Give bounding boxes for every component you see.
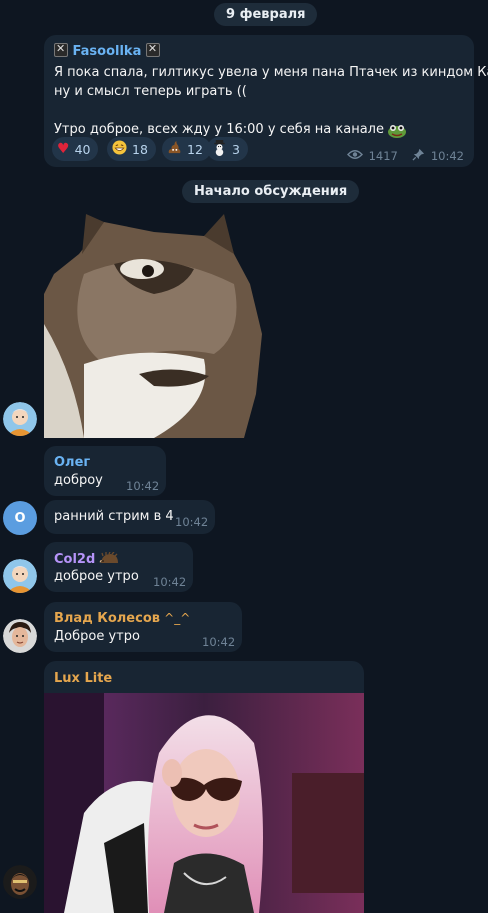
post-time: 10:42 xyxy=(430,149,464,163)
heart-icon: ♥ xyxy=(57,141,70,157)
message-photo[interactable] xyxy=(44,693,364,913)
channel-post-text: Я пока спала, гилтикус увела у меня пана… xyxy=(54,63,488,139)
user-avatar[interactable] xyxy=(3,619,37,653)
message-text: доброу xyxy=(54,473,103,488)
views-count: 1417 xyxy=(368,149,398,163)
grin-emoji-icon xyxy=(112,140,127,158)
reaction-grin[interactable]: 18 xyxy=(107,137,156,161)
message-author[interactable]: Олег xyxy=(54,455,90,470)
message-author-suffix: ^_^ xyxy=(164,611,191,625)
snowman-icon xyxy=(212,139,227,159)
reaction-snowman[interactable]: 3 xyxy=(207,137,248,161)
message-vlad[interactable]: Влад Колесов ^_^ Доброе утро 10:42 xyxy=(44,602,242,652)
reaction-poo[interactable]: 12 xyxy=(162,137,211,161)
cat-sticker[interactable] xyxy=(44,214,264,438)
user-avatar[interactable] xyxy=(3,865,37,899)
eye-icon xyxy=(346,149,363,163)
channel-post[interactable]: Fasoollka Я пока спала, гилтикус увела у… xyxy=(44,35,488,167)
message-author[interactable]: Lux Lite xyxy=(54,671,112,686)
message-oleg[interactable]: Олег доброу 10:42 xyxy=(44,446,166,496)
channel-post-author[interactable]: Fasoollka xyxy=(73,44,142,59)
user-avatar-letter[interactable]: О xyxy=(3,501,37,535)
pin-icon xyxy=(412,148,425,164)
hedgehog-emoji-icon xyxy=(99,550,119,569)
reaction-count: 18 xyxy=(132,141,148,157)
message-author[interactable]: Col2d xyxy=(54,552,95,567)
pirate-flag-icon xyxy=(145,42,160,57)
discussion-start-pill: Начало обсуждения xyxy=(182,180,360,203)
pirate-flag-icon xyxy=(54,42,68,57)
message-text: доброе утро xyxy=(54,569,139,584)
user-avatar[interactable] xyxy=(3,402,37,436)
message-text: Доброе утро xyxy=(54,629,140,644)
reaction-count: 40 xyxy=(74,141,91,157)
date-pill: 9 февраля xyxy=(214,3,318,26)
message-author[interactable]: Влад Колесов xyxy=(54,611,160,626)
reaction-count: 12 xyxy=(187,141,203,157)
reaction-heart[interactable]: ♥ 40 xyxy=(52,137,99,161)
poo-emoji-icon xyxy=(167,140,182,158)
user-avatar[interactable] xyxy=(3,559,37,593)
message-stream[interactable]: ранний стрим в 4 10:42 xyxy=(44,500,215,534)
message-text: ранний стрим в 4 xyxy=(54,509,174,524)
post-meta: 1417 10:42 xyxy=(346,148,464,164)
frog-emoji-icon xyxy=(387,123,407,138)
message-col2d[interactable]: Col2d доброе утро 10:42 xyxy=(44,542,193,592)
message-time: 10:42 xyxy=(202,635,236,649)
message-time: 10:42 xyxy=(126,479,160,493)
message-time: 10:42 xyxy=(153,575,187,589)
channel-post-line: ну и смысл теперь играть (( xyxy=(54,84,247,99)
message-time: 10:42 xyxy=(175,515,209,529)
reaction-count: 3 xyxy=(232,141,240,157)
message-lux[interactable]: Lux Lite xyxy=(44,661,364,913)
channel-post-line: Я пока спала, гилтикус увела у меня пана… xyxy=(54,65,488,80)
